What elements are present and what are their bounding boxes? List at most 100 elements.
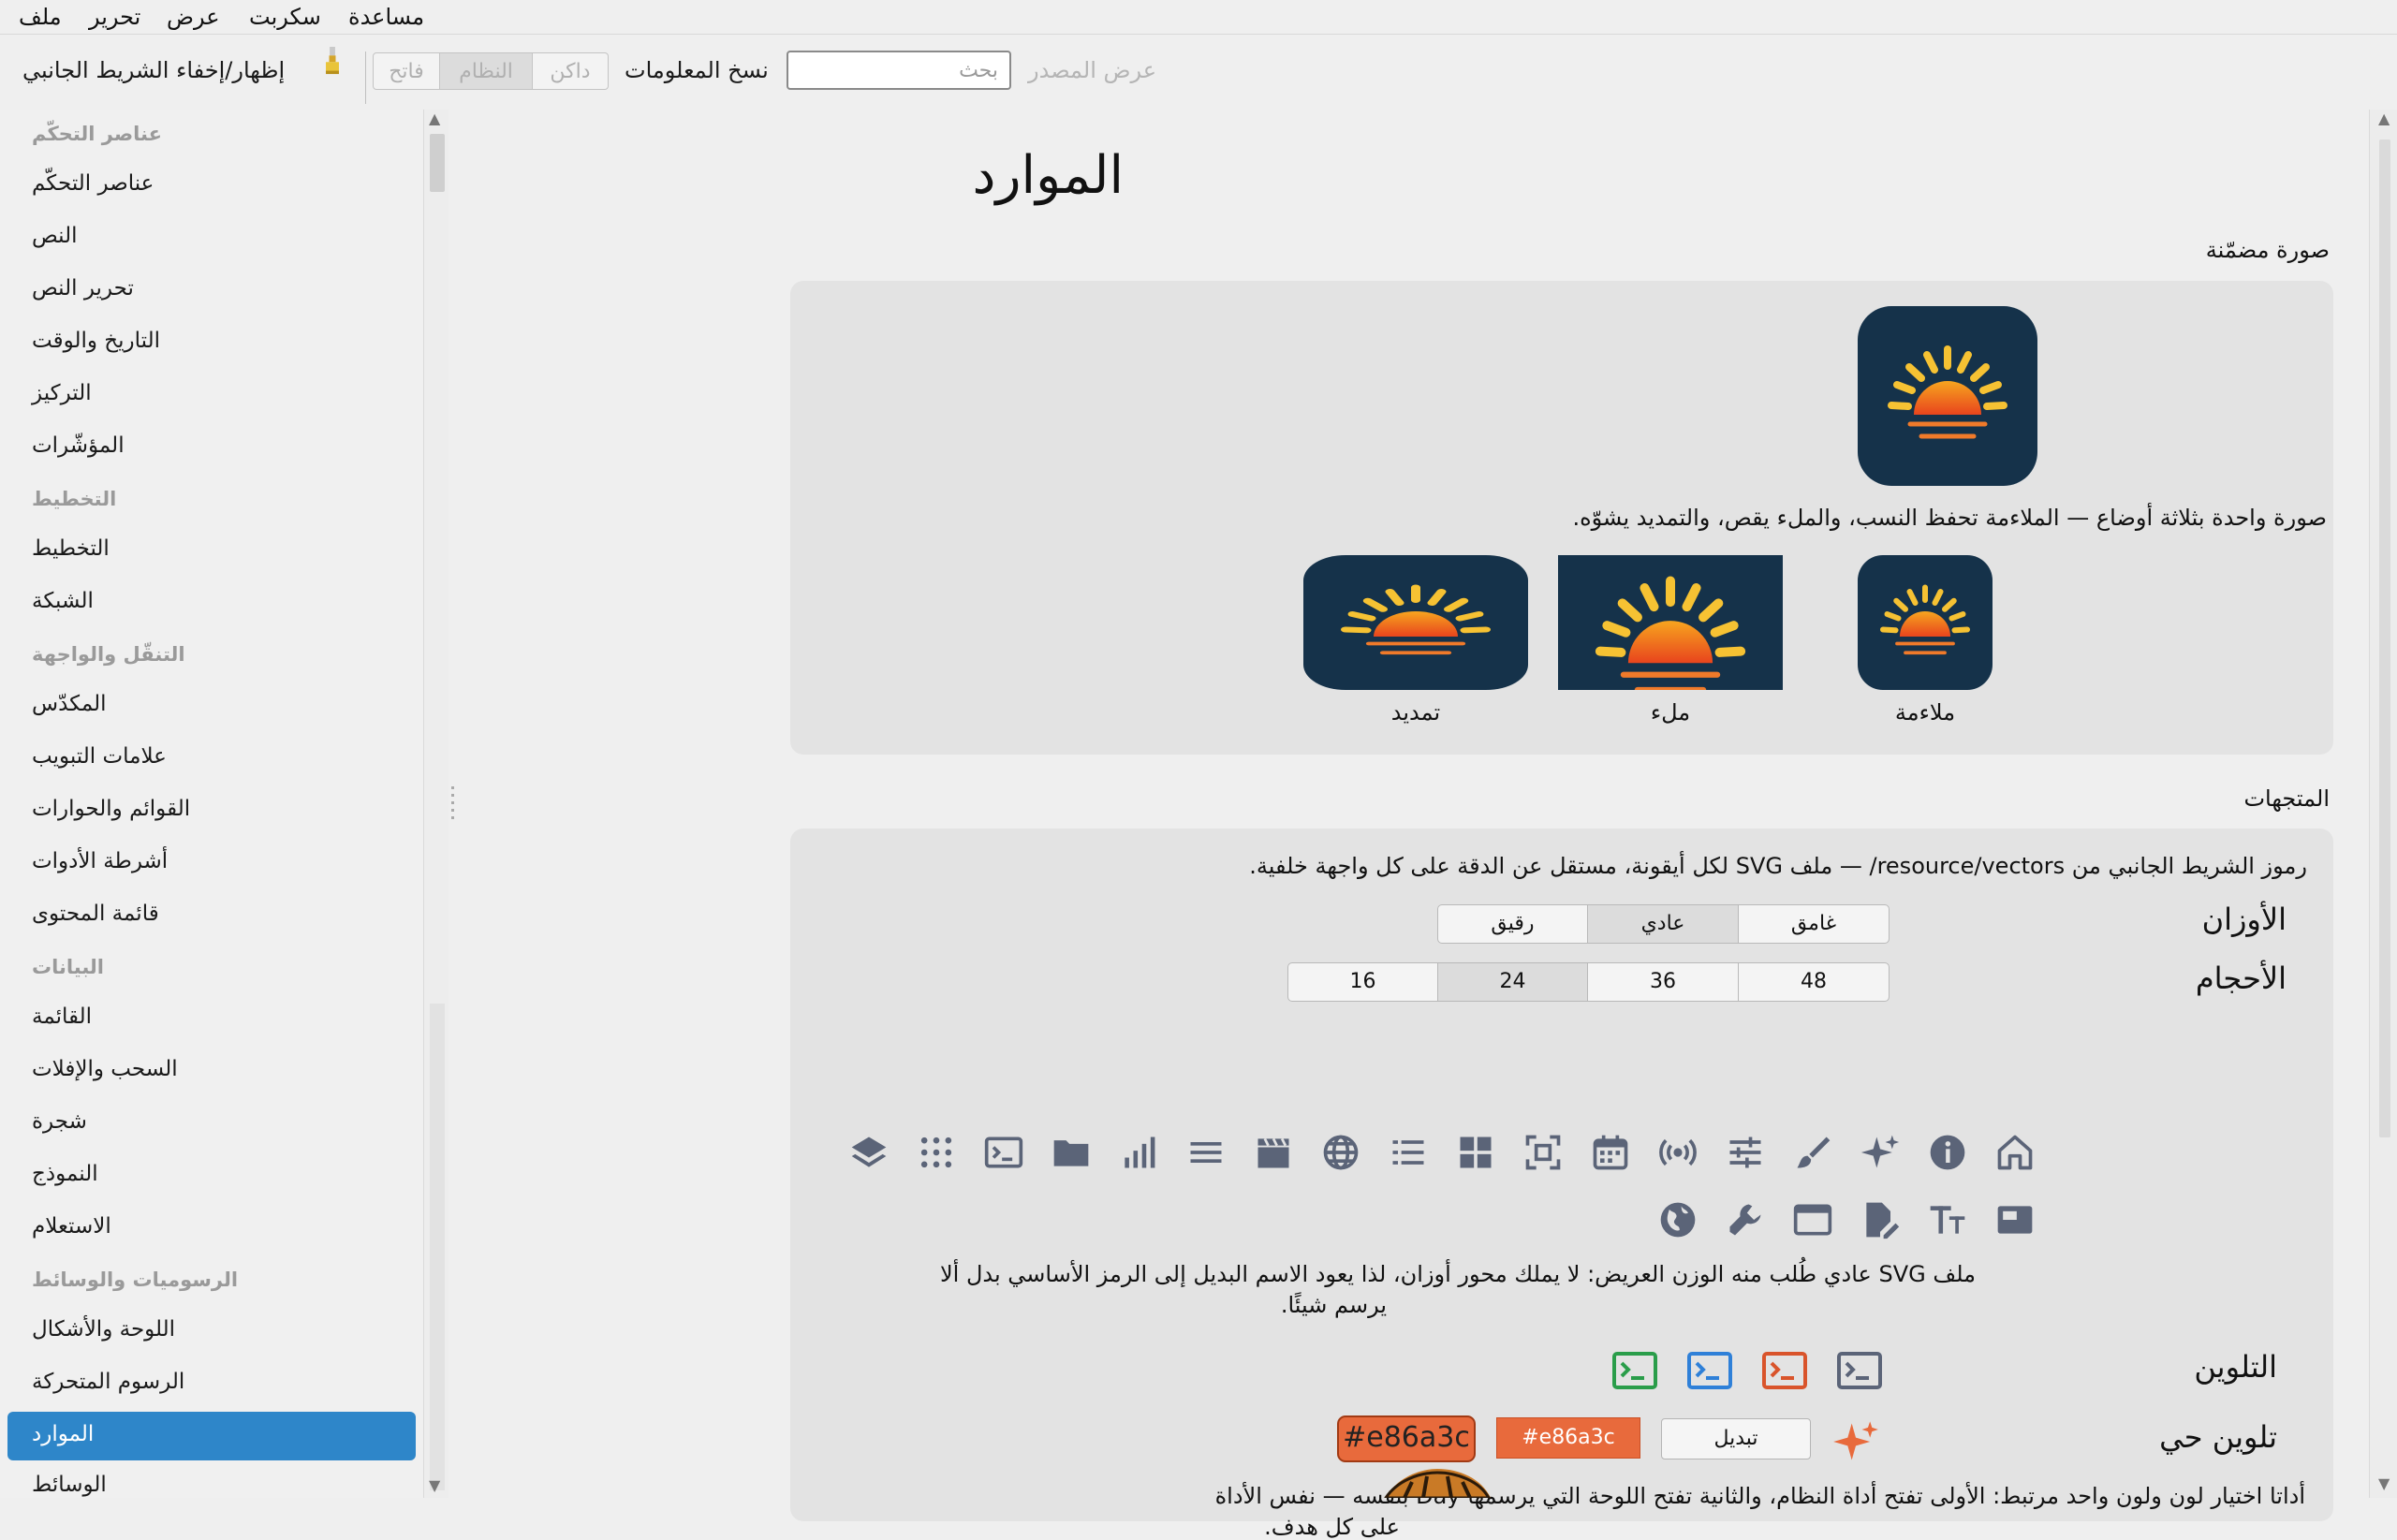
sidebar-item-canvas-shapes[interactable]: اللوحة والأشكال — [32, 1317, 175, 1342]
theme-light-button[interactable]: فاتح — [373, 52, 440, 90]
globe-filled-icon — [1657, 1199, 1698, 1240]
sidebar-item-resources[interactable]: الموارد — [7, 1412, 416, 1460]
sidebar-scrollbar[interactable]: ▲ ▼ — [423, 110, 449, 1498]
view-source-button[interactable]: عرض المصدر — [1028, 57, 1156, 83]
sparkle-icon — [1860, 1132, 1901, 1173]
sidebar-item-text-edit[interactable]: تحرير النص — [32, 276, 134, 301]
sidebar-item-animations[interactable]: الرسوم المتحركة — [32, 1370, 184, 1394]
menubar: ملف تحرير عرض سكربت مساعدة — [0, 0, 2397, 35]
sidebar-scroll-thumb[interactable] — [430, 134, 445, 192]
sun-image-stretch — [1303, 555, 1528, 690]
toggle-tint-button[interactable]: تبديل — [1661, 1418, 1811, 1459]
copy-info-button[interactable]: نسخ المعلومات — [625, 57, 769, 83]
sidebar-item-controls[interactable]: عناصر التحكّم — [32, 171, 154, 196]
sidebar-item-form[interactable]: النموذج — [32, 1162, 98, 1186]
sidebar-item-cursors[interactable]: المؤشّرات — [32, 433, 125, 458]
menu-view[interactable]: عرض — [167, 2, 220, 32]
scroll-down-arrow-icon[interactable]: ▼ — [429, 1476, 440, 1494]
sidebar-item-list[interactable]: القائمة — [32, 1005, 92, 1029]
menu-help[interactable]: مساعدة — [348, 2, 424, 32]
toolbar: إظهار/إخفاء الشريط الجانبي فاتح النظام د… — [0, 35, 2397, 110]
vectors-label: المتجهات — [2243, 785, 2330, 812]
sun-image-fit — [1858, 555, 1993, 690]
folder-icon — [1051, 1132, 1092, 1173]
weight-bold-button[interactable]: غامق — [1738, 904, 1890, 944]
list-icon — [1388, 1132, 1429, 1173]
custom-color-picker[interactable]: #e86a3c — [1337, 1415, 1476, 1462]
terminal-tint-gray-icon — [1837, 1352, 1882, 1389]
sparkle-live-tint-icon — [1831, 1417, 1880, 1466]
paintbrush-icon — [326, 47, 339, 75]
sidebar-item-date-time[interactable]: التاريخ والوقت — [32, 329, 160, 353]
main-content: الموارد صورة مضمّنة صورة واحدة بثلاثة أو… — [457, 110, 2369, 1540]
size-24-button[interactable]: 24 — [1437, 962, 1588, 1002]
menu-script[interactable]: سكربت — [249, 2, 321, 32]
sidebar-item-layout[interactable]: التخطيط — [32, 536, 110, 561]
sidebar-item-query[interactable]: الاستعلام — [32, 1214, 111, 1239]
edit-document-icon — [1860, 1199, 1901, 1240]
mode-stretch-label: تمديد — [1390, 699, 1441, 726]
sliders-icon — [1725, 1132, 1766, 1173]
scroll-up-arrow-icon[interactable]: ▲ — [429, 110, 440, 127]
focus-icon — [1522, 1132, 1564, 1173]
menu-edit[interactable]: تحرير — [89, 2, 140, 32]
home-icon — [1994, 1132, 2036, 1173]
splitter-handle-icon — [451, 786, 454, 822]
tint-label: التلوين — [2194, 1349, 2277, 1385]
sidebar-item-toolbars[interactable]: أشرطة الأدوات — [32, 849, 168, 873]
sidebar-item-media[interactable]: الوسائط — [32, 1473, 107, 1497]
globe-icon — [1320, 1132, 1361, 1173]
main-scroll-thumb[interactable] — [2379, 139, 2390, 1137]
sidebar-toggle-button[interactable]: إظهار/إخفاء الشريط الجانبي — [22, 57, 285, 83]
sidebar: عناصر التحكّم عناصر التحكّم النص تحرير ا… — [0, 110, 423, 1498]
theme-dark-button[interactable]: داكن — [532, 52, 609, 90]
search-input[interactable] — [787, 51, 1011, 90]
size-16-button[interactable]: 16 — [1287, 962, 1438, 1002]
bar-chart-icon — [1118, 1132, 1159, 1173]
sidebar-item-tree[interactable]: شجرة — [32, 1109, 87, 1134]
weight-regular-button[interactable]: عادي — [1587, 904, 1739, 944]
sidebar-item-grid[interactable]: الشبكة — [32, 589, 94, 613]
scroll-down-arrow-icon[interactable]: ▼ — [2378, 1474, 2390, 1492]
weights-label: الأوزان — [2201, 902, 2287, 937]
vectors-description: رموز الشريط الجانبي من resource/vectors/… — [1249, 853, 2307, 879]
main-scrollbar[interactable]: ▲ ▼ — [2369, 110, 2397, 1498]
theme-system-button[interactable]: النظام — [439, 52, 533, 90]
sun-image-fill — [1558, 555, 1783, 690]
sun-image — [1858, 306, 2037, 486]
info-icon — [1927, 1132, 1968, 1173]
mode-fit-label: ملاءمة — [1894, 699, 1956, 726]
brush-icon — [1792, 1132, 1833, 1173]
calendar-icon — [1590, 1132, 1631, 1173]
toolbar-separator — [365, 51, 366, 104]
sidebar-scroll-track — [430, 1004, 445, 1490]
clapperboard-icon — [1253, 1132, 1294, 1173]
sidebar-item-text[interactable]: النص — [32, 224, 78, 248]
sidebar-header-graphics: الرسوميات والوسائط — [32, 1269, 239, 1291]
menu-file[interactable]: ملف — [19, 2, 62, 32]
scroll-up-arrow-icon[interactable]: ▲ — [2378, 110, 2390, 127]
terminal-icon — [983, 1132, 1024, 1173]
dots-grid-icon — [916, 1132, 957, 1173]
page-title: الموارد — [972, 145, 1124, 206]
sidebar-item-focus[interactable]: التركيز — [32, 381, 92, 405]
menu-icon — [1185, 1132, 1227, 1173]
sidebar-header-navigation: التنقّل والواجهة — [32, 643, 185, 666]
sidebar-item-tabs[interactable]: علامات التبويب — [32, 744, 167, 769]
broadcast-icon — [1657, 1132, 1698, 1173]
grid-icon — [1455, 1132, 1496, 1173]
weight-thin-button[interactable]: رقيق — [1437, 904, 1588, 944]
sidebar-item-stack[interactable]: المكدّس — [32, 692, 107, 716]
live-tint-label: تلوين حي — [2159, 1419, 2277, 1455]
size-48-button[interactable]: 48 — [1738, 962, 1890, 1002]
sidebar-item-menus-dialogs[interactable]: القوائم والحوارات — [32, 797, 190, 821]
sidebar-header-controls: عناصر التحكّم — [32, 123, 162, 145]
sizes-label: الأحجام — [2195, 961, 2287, 996]
size-36-button[interactable]: 36 — [1587, 962, 1739, 1002]
embedded-image-label: صورة مضمّنة — [2205, 237, 2330, 263]
sidebar-item-drag-drop[interactable]: السحب والإفلات — [32, 1057, 178, 1081]
sidebar-item-label: الموارد — [32, 1422, 95, 1446]
native-color-picker[interactable]: #e86a3c — [1496, 1417, 1640, 1459]
sidebar-item-content-list[interactable]: قائمة المحتوى — [32, 902, 159, 926]
tiger-image — [1384, 1469, 1491, 1498]
